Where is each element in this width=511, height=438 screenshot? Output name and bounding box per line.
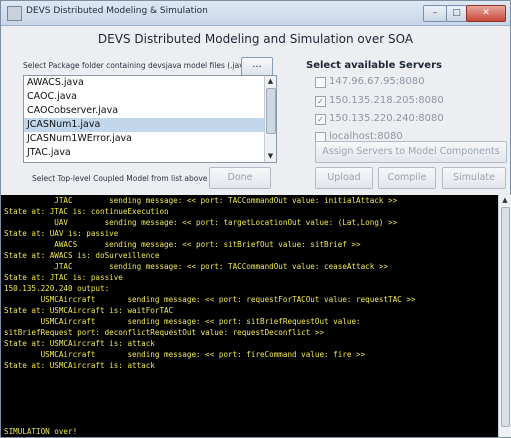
console-line: State at: USMCAircraft is: attack [4, 339, 155, 348]
console-line: State at: UAV is: passive [4, 229, 119, 238]
console-line: AWACS sending message: << port: sitBrief… [4, 240, 361, 249]
file-list-scrollbar[interactable]: ▲ ▼ [264, 76, 276, 162]
scroll-up-icon[interactable]: ▲ [265, 76, 276, 86]
coupled-model-label: Select Top-level Coupled Model from list… [32, 174, 208, 183]
list-item[interactable]: AWACS.java [24, 76, 267, 90]
server-label: 150.135.218.205:8080 [329, 95, 444, 106]
servers-label: Select available Servers [306, 60, 442, 71]
console-line: State at: AWACS is: doSurveillence [4, 251, 160, 260]
checkbox-checked[interactable]: ✓ [315, 114, 326, 125]
console-line: USMCAircraft sending message: << port: r… [4, 295, 416, 304]
console-line: JTAC sending message: << port: TACComman… [4, 196, 398, 205]
package-folder-label: Select Package folder containing devsjav… [23, 61, 252, 70]
scroll-down-icon[interactable]: ▼ [265, 151, 276, 161]
server-label: 147.96.67.95:8080 [329, 76, 425, 87]
console-line: SIMULATION over! [4, 427, 78, 436]
checkbox-checked[interactable]: ✓ [315, 96, 326, 107]
list-item[interactable]: CAOC.java [24, 90, 267, 104]
list-item[interactable]: CAOCobserver.java [24, 104, 267, 118]
close-button[interactable]: ✕ [466, 5, 506, 22]
title-bar: DEVS Distributed Modeling & Simulation –… [1, 1, 510, 26]
console-line: State at: JTAC is: passive [4, 273, 123, 282]
console-line: sitBriefRequest port: deconflictRequestO… [4, 328, 325, 337]
console-line: 150.135.220.240 output: [4, 284, 110, 293]
scrollbar-thumb[interactable] [266, 88, 276, 134]
page-title: DEVS Distributed Modeling and Simulation… [97, 32, 414, 46]
minimize-button[interactable]: – [423, 5, 447, 22]
checkbox-unchecked[interactable] [315, 77, 326, 88]
list-item[interactable]: JTAC.java [24, 146, 267, 160]
console-scrollbar[interactable]: ▲ [498, 195, 511, 437]
console-line: State at: JTAC is: continueExecution [4, 207, 169, 216]
console-line: State at: USMCAircraft is: attack [4, 361, 155, 370]
window-title: DEVS Distributed Modeling & Simulation [26, 6, 208, 16]
console-line: USMCAircraft sending message: << port: s… [4, 317, 361, 326]
assign-servers-button[interactable]: Assign Servers to Model Components [315, 141, 507, 163]
scroll-up-icon[interactable]: ▲ [499, 195, 511, 205]
upload-button[interactable]: Upload [315, 167, 373, 189]
console-line: UAV sending message: << port: targetLoca… [4, 218, 398, 227]
maximize-button[interactable]: □ [446, 5, 467, 22]
console-line: State at: USMCAircraft is: waitForTAC [4, 306, 174, 315]
list-item-selected[interactable]: JCASNum1.java [24, 118, 267, 132]
scrollbar-thumb[interactable] [501, 207, 510, 427]
browse-folder-button[interactable]: ... [241, 57, 273, 76]
done-button[interactable]: Done [209, 167, 271, 189]
server-label: 150.135.220.240:8080 [329, 113, 444, 124]
console-output[interactable]: JTAC sending message: << port: TACComman… [1, 195, 498, 437]
app-icon [7, 6, 22, 21]
model-file-list[interactable]: AWACS.java CAOC.java CAOCobserver.java J… [23, 75, 277, 163]
list-item[interactable]: JCASNum1WError.java [24, 132, 267, 146]
simulate-button[interactable]: Simulate [442, 167, 506, 189]
console-line: JTAC sending message: << port: TACComman… [4, 262, 389, 271]
compile-button[interactable]: Compile [378, 167, 436, 189]
app-window: DEVS Distributed Modeling & Simulation –… [0, 0, 511, 438]
console-line: USMCAircraft sending message: << port: f… [4, 350, 366, 359]
